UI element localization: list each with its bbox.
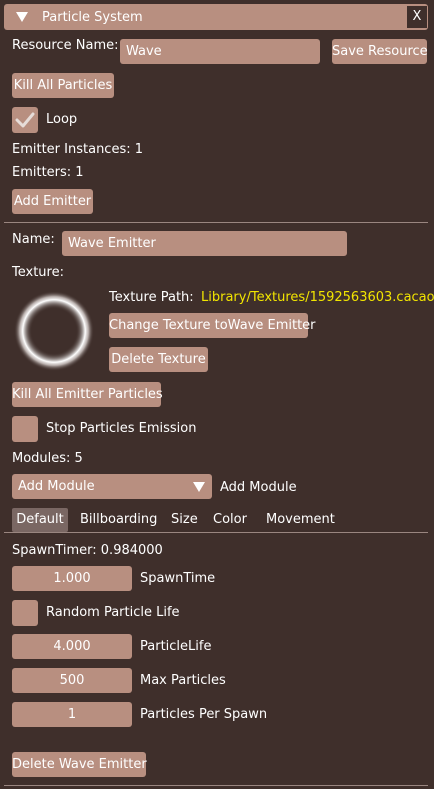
texture-ring-image	[14, 291, 94, 371]
tab-billboarding[interactable]: Billboarding	[80, 508, 157, 532]
random-particle-life-label: Random Particle Life	[46, 605, 180, 620]
emitter-instances-text: Emitter Instances: 1	[12, 142, 144, 157]
loop-label: Loop	[46, 112, 78, 127]
delete-texture-button[interactable]: Delete Texture	[109, 347, 208, 372]
spawn-time-input[interactable]: 1.000	[12, 566, 132, 591]
particles-per-spawn-input[interactable]: 1	[12, 702, 132, 727]
add-module-select-value: Add Module	[18, 479, 95, 494]
add-emitter-button[interactable]: Add Emitter	[12, 189, 93, 214]
tab-bar-divider	[4, 532, 428, 533]
delete-emitter-button[interactable]: Delete Wave Emitter	[12, 752, 147, 777]
texture-path-value: Library/Textures/1592563603.cacao	[201, 290, 434, 305]
loop-checkbox[interactable]	[12, 107, 38, 133]
emitter-name-label: Name:	[12, 232, 55, 247]
stop-emission-checkbox[interactable]	[12, 416, 38, 442]
kill-emitter-particles-button[interactable]: Kill All Emitter Particles	[12, 382, 163, 407]
particle-system-header[interactable]: Particle System X	[4, 4, 428, 30]
dropdown-arrow-icon[interactable]	[193, 482, 205, 492]
add-module-select[interactable]: Add Module	[12, 474, 212, 499]
emitters-count-text: Emitters: 1	[12, 165, 84, 180]
close-button[interactable]: X	[407, 6, 427, 28]
spawn-time-label: SpawnTime	[140, 571, 216, 586]
texture-preview	[14, 291, 94, 371]
tab-size[interactable]: Size	[171, 508, 198, 532]
texture-path-label: Texture Path:	[109, 290, 194, 305]
stop-emission-label: Stop Particles Emission	[46, 421, 197, 436]
section-divider	[4, 222, 428, 223]
collapse-triangle-icon[interactable]	[16, 12, 28, 22]
kill-all-particles-button[interactable]: Kill All Particles	[12, 73, 114, 98]
texture-label: Texture:	[12, 265, 64, 280]
max-particles-label: Max Particles	[140, 673, 226, 688]
emitter-name-input[interactable]: Wave Emitter	[62, 231, 347, 256]
tab-default[interactable]: Default	[12, 508, 68, 532]
checkmark-icon	[15, 112, 35, 128]
resource-name-input[interactable]: Wave	[120, 39, 320, 64]
particle-life-input[interactable]: 4.000	[12, 634, 132, 659]
tab-movement[interactable]: Movement	[266, 508, 335, 532]
spawn-timer-text: SpawnTimer: 0.984000	[12, 543, 163, 558]
bottom-divider	[4, 785, 428, 786]
resource-name-label: Resource Name:	[12, 38, 119, 53]
particle-life-label: ParticleLife	[140, 639, 212, 654]
max-particles-input[interactable]: 500	[12, 668, 132, 693]
add-module-label: Add Module	[220, 480, 297, 495]
save-resource-button[interactable]: Save Resource	[332, 39, 428, 64]
random-particle-life-checkbox[interactable]	[12, 600, 38, 626]
modules-count-text: Modules: 5	[12, 451, 83, 466]
tab-color[interactable]: Color	[213, 508, 247, 532]
panel-title: Particle System	[42, 10, 143, 25]
particles-per-spawn-label: Particles Per Spawn	[140, 707, 268, 722]
change-texture-button[interactable]: Change Texture toWave Emitter	[109, 313, 316, 338]
